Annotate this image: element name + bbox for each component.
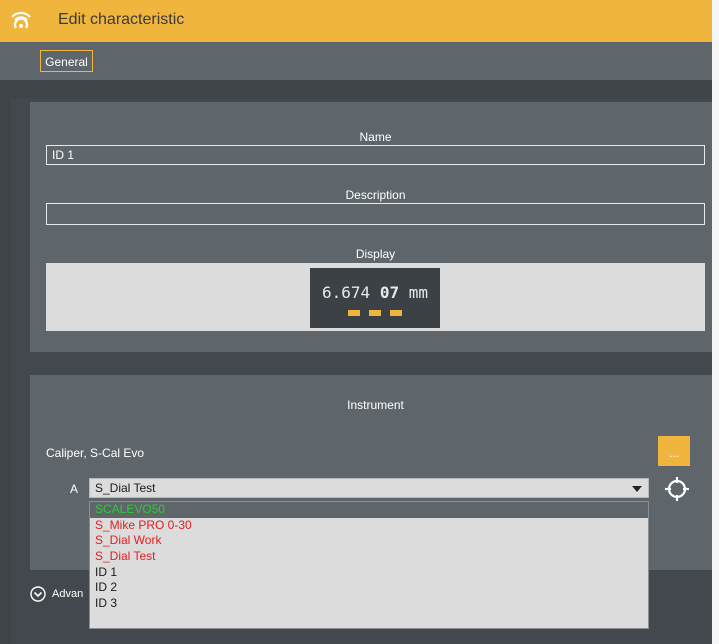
display-label: Display	[355, 247, 396, 261]
lcd-reading: 6.674 07 mm	[310, 283, 440, 302]
separator	[0, 80, 712, 98]
tab-general[interactable]: General	[40, 50, 93, 72]
instrument-name: Caliper, S-Cal Evo	[46, 446, 145, 460]
chevron-down-circle-icon	[30, 586, 46, 602]
title-bar: Edit characteristic	[0, 0, 712, 42]
instrument-more-button[interactable]: ...	[658, 436, 690, 466]
description-input[interactable]	[46, 203, 705, 225]
chevron-down-icon[interactable]	[632, 486, 642, 492]
display-preview: 6.674 07 mm	[46, 263, 705, 331]
channel-label: A	[70, 482, 79, 496]
lcd-indicator	[390, 310, 402, 316]
lcd-display: 6.674 07 mm	[310, 268, 440, 328]
name-input[interactable]: ID 1	[46, 145, 705, 165]
lcd-indicator	[369, 310, 381, 316]
window-edge	[712, 0, 719, 644]
lcd-unit: mm	[399, 283, 428, 302]
lcd-indicator	[348, 310, 360, 316]
dropdown-option[interactable]: SCALEVO50	[90, 502, 648, 518]
dropdown-option[interactable]: ID 3	[90, 596, 648, 612]
dropdown-option[interactable]: S_Mike PRO 0-30	[90, 518, 648, 534]
name-label: Name	[359, 130, 392, 144]
instrument-dropdown-list: SCALEVO50 S_Mike PRO 0-30 S_Dial Work S_…	[89, 501, 649, 629]
dropdown-option[interactable]: S_Dial Test	[90, 549, 648, 565]
dropdown-option[interactable]: ID 2	[90, 580, 648, 596]
description-label: Description	[345, 188, 406, 202]
lcd-main-digits: 6.674	[322, 283, 380, 302]
dropdown-option[interactable]: S_Dial Work	[90, 533, 648, 549]
dropdown-option[interactable]: ID 1	[90, 565, 648, 581]
crosshair-icon[interactable]	[664, 476, 690, 502]
instrument-select[interactable]: S_Dial Test	[89, 478, 649, 498]
instrument-label: Instrument	[347, 398, 404, 412]
tab-bar: General	[0, 42, 712, 80]
wireless-icon	[11, 11, 31, 29]
advanced-label: Advan	[52, 588, 84, 600]
instrument-select-value: S_Dial Test	[95, 481, 156, 495]
lcd-bold-digits: 07	[379, 283, 400, 302]
window-title: Edit characteristic	[58, 11, 185, 28]
